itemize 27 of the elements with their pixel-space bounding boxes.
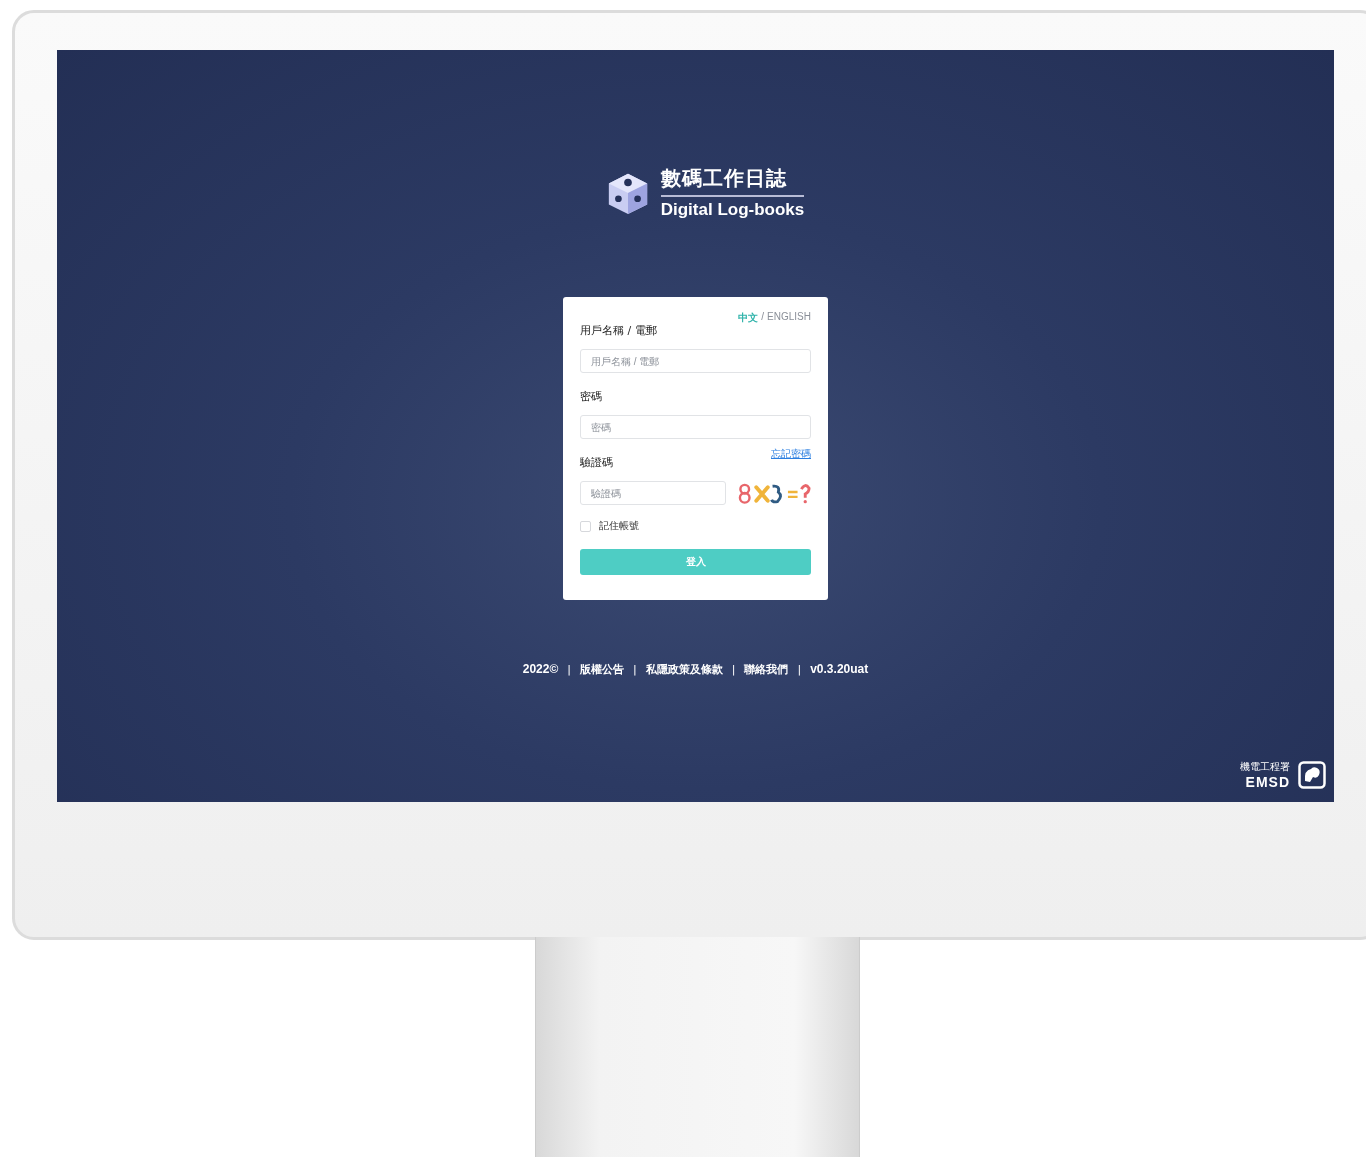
- app-subtitle: Digital Log-books: [660, 199, 805, 220]
- field-label: 用戶名稱 / 電郵: [580, 323, 657, 338]
- department-abbreviation: EMSD: [1245, 774, 1290, 790]
- footer-link[interactable]: 聯絡我們: [744, 662, 789, 677]
- footer-separator: |: [797, 663, 802, 676]
- password-field[interactable]: 密碼: [580, 415, 811, 439]
- forgot-password-link[interactable]: 忘記密碼: [771, 447, 811, 461]
- field-label: 驗證碼: [580, 455, 613, 470]
- field-label: 密碼: [580, 389, 602, 404]
- captcha-field[interactable]: 驗證碼: [580, 481, 726, 505]
- footer-separator: |: [567, 663, 572, 676]
- department-name: 機電工程署: [1240, 760, 1290, 774]
- department-logo-icon: [1298, 761, 1326, 789]
- remember-label: 記住帳號: [599, 519, 639, 533]
- captcha-image[interactable]: [738, 481, 811, 505]
- footer-link[interactable]: 私隱政策及條款: [645, 662, 723, 677]
- app-title: 數碼工作日誌: [660, 165, 805, 197]
- footer-separator: |: [731, 663, 736, 676]
- footer-separator: |: [633, 663, 637, 676]
- language-option[interactable]: ENGLISH: [767, 311, 811, 323]
- language-option[interactable]: 中文: [738, 311, 759, 323]
- username-field[interactable]: 用戶名稱 / 電郵: [580, 349, 811, 373]
- footer-text: v0.3.20uat: [810, 662, 869, 676]
- language-separator: /: [761, 311, 765, 323]
- remember-checkbox[interactable]: [580, 520, 591, 532]
- footer-link[interactable]: 版權公告: [580, 662, 625, 677]
- footer-text: 2022©: [522, 662, 559, 676]
